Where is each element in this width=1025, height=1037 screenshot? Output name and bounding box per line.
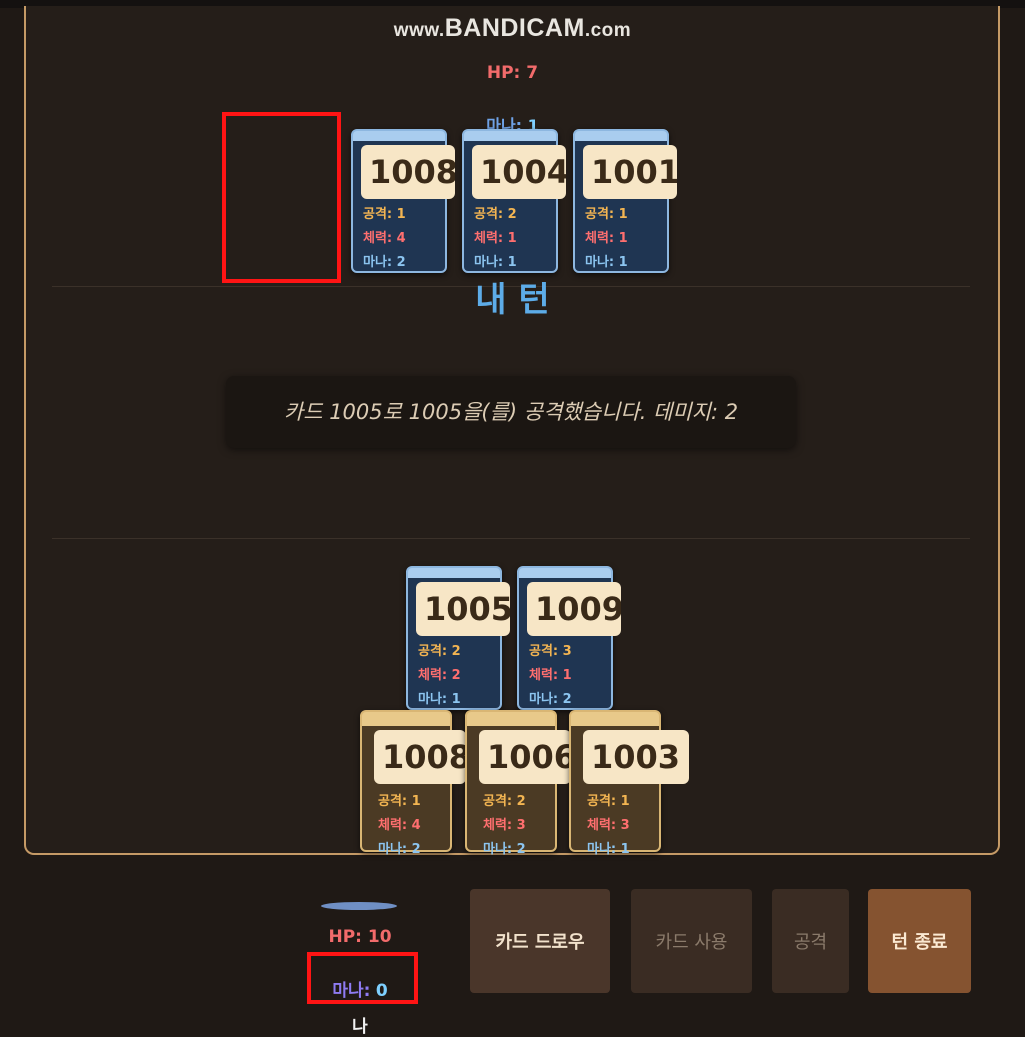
card-attack: 공격: 1 <box>378 794 421 809</box>
card-health: 체력: 1 <box>474 231 517 246</box>
card-attack: 공격: 3 <box>529 644 572 659</box>
attack-button[interactable]: 공격 <box>772 889 849 993</box>
card-id: 1005 <box>416 582 510 636</box>
draw-card-button[interactable]: 카드 드로우 <box>470 889 610 993</box>
card-id: 1009 <box>527 582 621 636</box>
card-id: 1008 <box>374 730 466 784</box>
card-attack: 공격: 1 <box>363 207 406 222</box>
use-card-button[interactable]: 카드 사용 <box>631 889 752 993</box>
hand-card[interactable]: 1008 공격: 1 체력: 4 마나: 2 <box>360 710 466 857</box>
card-id: 1004 <box>472 145 566 199</box>
opponent-target-highlight <box>222 112 341 283</box>
card-mana: 마나: 1 <box>587 842 630 857</box>
opponent-hp: HP: 7 <box>486 63 539 83</box>
player-mana-highlight <box>307 952 418 1004</box>
hand-card[interactable]: 1003 공격: 1 체력: 3 마나: 1 <box>569 710 689 857</box>
card-health: 체력: 4 <box>363 231 406 246</box>
hand-card[interactable]: 1006 공격: 2 체력: 3 마나: 2 <box>465 710 571 857</box>
card-id: 1006 <box>479 730 571 784</box>
opponent-field-card[interactable]: 1001 공격: 1 체력: 1 마나: 1 <box>573 129 677 273</box>
card-health: 체력: 2 <box>418 668 461 683</box>
card-attack: 공격: 2 <box>474 207 517 222</box>
battle-log: 카드 1005로 1005을(를) 공격했습니다. 데미지: 2 <box>226 376 796 448</box>
card-mana: 마나: 1 <box>418 692 461 707</box>
turn-indicator: 내 턴 <box>475 280 550 320</box>
card-health: 체력: 3 <box>587 818 630 833</box>
opponent-field-card[interactable]: 1008 공격: 1 체력: 4 마나: 2 <box>351 129 455 273</box>
opponent-field-card[interactable]: 1004 공격: 2 체력: 1 마나: 1 <box>462 129 566 273</box>
player-hp: HP: 10 <box>328 927 392 947</box>
player-field-divider <box>52 538 970 539</box>
card-attack: 공격: 2 <box>483 794 526 809</box>
end-turn-button[interactable]: 턴 종료 <box>868 889 971 993</box>
player-name: 나 <box>352 1017 368 1037</box>
player-field-card[interactable]: 1009 공격: 3 체력: 1 마나: 2 <box>517 566 621 710</box>
player-field-card[interactable]: 1005 공격: 2 체력: 2 마나: 1 <box>406 566 510 710</box>
card-attack: 공격: 2 <box>418 644 461 659</box>
card-mana: 마나: 2 <box>529 692 572 707</box>
card-id: 1003 <box>583 730 689 784</box>
card-mana: 마나: 2 <box>483 842 526 857</box>
card-health: 체력: 4 <box>378 818 421 833</box>
player-portrait-bar <box>321 902 397 910</box>
card-mana: 마나: 2 <box>378 842 421 857</box>
recorder-watermark: www.BANDICAM.com <box>393 14 632 42</box>
card-attack: 공격: 1 <box>585 207 628 222</box>
card-id: 1001 <box>583 145 677 199</box>
card-health: 체력: 3 <box>483 818 526 833</box>
card-health: 체력: 1 <box>529 668 572 683</box>
card-attack: 공격: 1 <box>587 794 630 809</box>
card-health: 체력: 1 <box>585 231 628 246</box>
card-id: 1008 <box>361 145 455 199</box>
